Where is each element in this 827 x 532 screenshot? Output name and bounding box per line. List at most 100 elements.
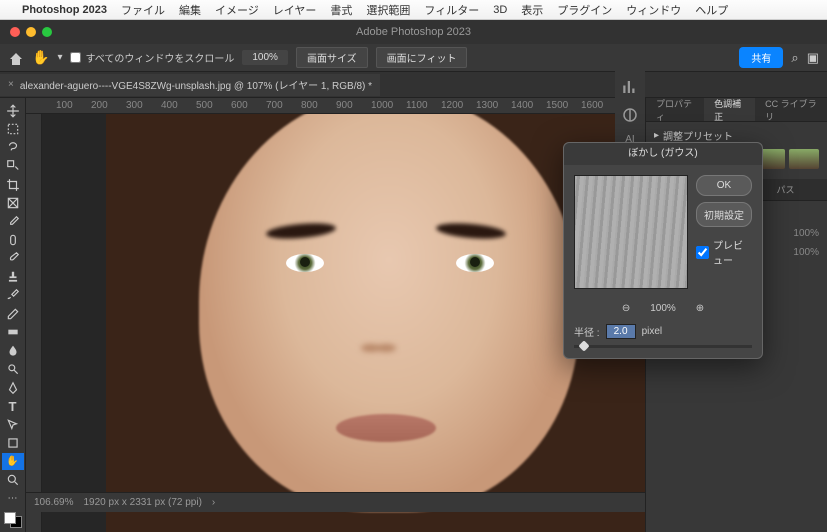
reset-button[interactable]: 初期設定 (696, 202, 752, 227)
gradient-tool-icon[interactable] (2, 324, 24, 341)
scroll-all-checkbox[interactable]: すべてのウィンドウをスクロール (70, 50, 234, 65)
hand-tool-active-icon[interactable]: ✋ (2, 453, 24, 470)
ruler-mark: 500 (196, 100, 213, 111)
home-icon[interactable] (8, 51, 24, 65)
dialog-title[interactable]: ぼかし (ガウス) (564, 143, 762, 165)
tool-dropdown-icon[interactable]: ▾ (57, 52, 62, 63)
slider-track[interactable] (574, 345, 752, 348)
fg-color-icon[interactable] (4, 512, 16, 524)
workspace-icon[interactable]: ▣ (807, 50, 819, 66)
scroll-all-input[interactable] (70, 52, 81, 63)
zoom-out-icon[interactable]: ⊖ (622, 303, 630, 314)
histogram-icon[interactable] (621, 78, 639, 96)
menu-window[interactable]: ウィンドウ (626, 2, 681, 18)
menu-layer[interactable]: レイヤー (273, 2, 317, 18)
ruler-mark: 1000 (371, 100, 393, 111)
radius-label: 半径 : (574, 324, 600, 339)
scroll-all-label: すべてのウィンドウをスクロール (85, 50, 234, 65)
color-swatch[interactable] (4, 512, 22, 528)
close-tab-icon[interactable]: × (8, 79, 14, 90)
radius-input[interactable] (606, 324, 636, 339)
ruler-mark: 600 (231, 100, 248, 111)
fill-value[interactable]: 100% (793, 247, 819, 258)
opacity-value[interactable]: 100% (793, 228, 819, 239)
zoom-tool-icon[interactable] (2, 471, 24, 488)
eyedropper-tool-icon[interactable] (2, 213, 24, 230)
dialog-zoom-controls: ⊖ 100% ⊕ (564, 299, 762, 318)
blur-preview[interactable] (574, 175, 688, 289)
history-brush-tool-icon[interactable] (2, 287, 24, 304)
tools-panel: T ✋ ⋯ (0, 98, 26, 532)
zoom-in-icon[interactable]: ⊕ (696, 303, 704, 314)
path-tool-icon[interactable] (2, 416, 24, 433)
menu-plugins[interactable]: プラグイン (557, 2, 612, 18)
lasso-tool-icon[interactable] (2, 139, 24, 156)
stamp-tool-icon[interactable] (2, 268, 24, 285)
edit-toolbar-icon[interactable]: ⋯ (2, 490, 24, 507)
search-icon[interactable]: ⌕ (791, 50, 798, 66)
fit-screen-button[interactable]: 画面サイズ (296, 47, 368, 68)
tab-adjustments[interactable]: 色調補正 (704, 98, 755, 121)
zoom-value[interactable]: 100% (650, 303, 676, 314)
text-tool-icon[interactable]: T (2, 398, 24, 415)
status-arrow-icon[interactable]: › (212, 497, 215, 508)
window-title: Adobe Photoshop 2023 (356, 26, 471, 38)
selection-tool-icon[interactable] (2, 157, 24, 174)
menu-file[interactable]: ファイル (121, 2, 165, 18)
status-zoom[interactable]: 106.69% (34, 497, 73, 508)
hand-tool-icon[interactable]: ✋ (32, 49, 49, 66)
brush-tool-icon[interactable] (2, 250, 24, 267)
minimize-window-icon[interactable] (26, 27, 36, 37)
adj-preset-title[interactable]: ▸調整プリセット (654, 128, 819, 143)
ruler-horizontal[interactable]: 100 200 300 400 500 600 700 800 900 1000… (26, 98, 645, 114)
eraser-tool-icon[interactable] (2, 305, 24, 322)
menu-select[interactable]: 選択範囲 (366, 2, 410, 18)
image-content (376, 344, 396, 352)
tab-properties[interactable]: プロパティ (646, 98, 704, 121)
app-menu[interactable]: Photoshop 2023 (22, 4, 107, 16)
menu-view[interactable]: 表示 (521, 2, 543, 18)
status-dims[interactable]: 1920 px x 2331 px (72 ppi) (83, 497, 201, 508)
marquee-tool-icon[interactable] (2, 120, 24, 137)
preview-checkbox[interactable]: プレビュー (696, 237, 752, 267)
share-button[interactable]: 共有 (739, 47, 783, 68)
ruler-mark: 300 (126, 100, 143, 111)
menu-filter[interactable]: フィルター (424, 2, 479, 18)
gaussian-blur-dialog[interactable]: ぼかし (ガウス) OK 初期設定 プレビュー ⊖ 100% ⊕ 半径 : pi… (563, 142, 763, 359)
shape-tool-icon[interactable] (2, 434, 24, 451)
menu-image[interactable]: イメージ (215, 2, 259, 18)
dodge-tool-icon[interactable] (2, 361, 24, 378)
menu-type[interactable]: 書式 (330, 2, 352, 18)
menu-help[interactable]: ヘルプ (695, 2, 728, 18)
fit-window-button[interactable]: 画面にフィット (376, 47, 468, 68)
move-tool-icon[interactable] (2, 102, 24, 119)
frame-tool-icon[interactable] (2, 194, 24, 211)
menu-3d[interactable]: 3D (493, 4, 507, 16)
crop-tool-icon[interactable] (2, 176, 24, 193)
mac-menubar[interactable]: Photoshop 2023 ファイル 編集 イメージ レイヤー 書式 選択範囲… (0, 0, 827, 20)
ok-button[interactable]: OK (696, 175, 752, 196)
tab-cc-libraries[interactable]: CC ライブラリ (755, 98, 827, 121)
ruler-mark: 1500 (546, 100, 568, 111)
radius-slider[interactable] (564, 345, 762, 358)
ruler-mark: 1600 (581, 100, 603, 111)
preview-check-input[interactable] (696, 246, 709, 259)
healing-tool-icon[interactable] (2, 231, 24, 248)
ruler-mark: 800 (301, 100, 318, 111)
pen-tool-icon[interactable] (2, 379, 24, 396)
document-tab[interactable]: × alexander-aguero----VGE4S8ZWg-unsplash… (0, 74, 380, 96)
zoom-field[interactable]: 100% (242, 50, 288, 65)
image-content (456, 254, 494, 272)
document-tabs: × alexander-aguero----VGE4S8ZWg-unsplash… (0, 72, 827, 98)
blur-tool-icon[interactable] (2, 342, 24, 359)
close-window-icon[interactable] (10, 27, 20, 37)
canvas-area[interactable]: 100 200 300 400 500 600 700 800 900 1000… (26, 98, 645, 532)
maximize-window-icon[interactable] (42, 27, 52, 37)
radius-unit: pixel (642, 326, 663, 337)
adjustments-icon[interactable] (621, 106, 639, 124)
tab-paths[interactable]: パス (766, 179, 804, 200)
preset-thumb[interactable] (789, 149, 819, 169)
radius-row: 半径 : pixel (564, 318, 762, 345)
menu-edit[interactable]: 編集 (179, 2, 201, 18)
ruler-vertical[interactable] (26, 114, 42, 532)
